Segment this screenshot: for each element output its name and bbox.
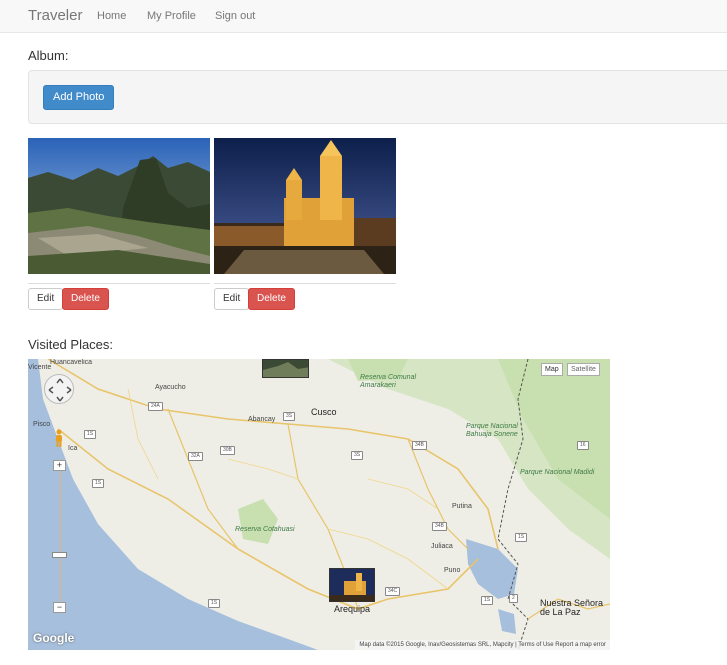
- map-type-map-button[interactable]: Map: [541, 363, 563, 376]
- add-photo-button[interactable]: Add Photo: [43, 85, 115, 110]
- album-toolbar: Add Photo: [28, 70, 727, 124]
- zoom-slider-track[interactable]: [59, 459, 62, 609]
- route-shield: 1S: [92, 479, 105, 488]
- photo-card: Edit Delete: [214, 138, 396, 310]
- zoom-out-button[interactable]: −: [53, 602, 66, 613]
- map-label-ica: Ica: [68, 445, 78, 452]
- zoom-slider-handle[interactable]: [52, 552, 67, 558]
- route-shield: 1S: [515, 533, 528, 542]
- divider: [214, 283, 396, 284]
- map-type-satellite-button[interactable]: Satellite: [567, 363, 600, 376]
- map-label-la-paz: Nuestra Señora de La Paz: [540, 598, 604, 617]
- map-label-ayacucho: Ayacucho: [155, 384, 186, 391]
- visited-places-map[interactable]: Huancavelica Vicente Ayacucho Abancay Cu…: [28, 359, 610, 650]
- visited-places-heading: Visited Places:: [28, 337, 114, 352]
- photo-card: Edit Delete: [28, 138, 210, 310]
- route-shield: 1S: [84, 430, 97, 439]
- route-shield: 34B: [412, 441, 427, 450]
- photo-marker[interactable]: [329, 568, 375, 602]
- route-shield: 1S: [208, 599, 221, 608]
- zoom-in-button[interactable]: +: [53, 460, 66, 471]
- photo-marker[interactable]: [262, 359, 309, 378]
- route-shield: 32A: [188, 452, 203, 461]
- map-label-reserva-cotahuasi: Reserva Cotahuasi: [235, 526, 295, 533]
- map-label-puno: Puno: [444, 567, 461, 574]
- route-shield: 30B: [220, 446, 235, 455]
- nav-my-profile-link[interactable]: My Profile: [147, 10, 196, 22]
- divider: [28, 283, 210, 284]
- map-label-bahuaja-sonene: Parque Nacional Bahuaja Sonene: [466, 423, 518, 438]
- map-terrain: [28, 359, 610, 650]
- map-label-juliaca: Juliaca: [431, 543, 453, 550]
- edit-photo-button[interactable]: Edit: [214, 288, 250, 310]
- album-heading: Album:: [28, 48, 69, 63]
- delete-photo-button[interactable]: Delete: [248, 288, 295, 310]
- delete-photo-button[interactable]: Delete: [62, 288, 109, 310]
- photo-thumbnail[interactable]: [28, 138, 210, 274]
- brand-link[interactable]: Traveler: [28, 7, 82, 24]
- nav-sign-out-link[interactable]: Sign out: [215, 10, 255, 22]
- route-shield: 24A: [148, 402, 163, 411]
- map-label-pisco: Pisco: [33, 421, 51, 428]
- map-label-cusco: Cusco: [311, 407, 337, 417]
- route-shield: 34B: [432, 522, 447, 531]
- pan-control[interactable]: [44, 374, 74, 404]
- map-label-abancay: Abancay: [248, 416, 276, 423]
- route-shield: 1S: [481, 596, 494, 605]
- route-shield: 16: [577, 441, 589, 450]
- map-label-reserva-amarakaeri: Reserva Comunal Amarakaeri: [360, 374, 417, 389]
- photo-thumbnail[interactable]: [214, 138, 396, 274]
- navbar: Traveler Home My Profile Sign out: [0, 0, 727, 33]
- map-label-huancavelica: Huancavelica: [50, 359, 93, 366]
- map-label-putina: Putina: [452, 503, 472, 510]
- map-attribution[interactable]: Map data ©2015 Google, Inav/Geosistemas …: [355, 640, 610, 650]
- edit-photo-button[interactable]: Edit: [28, 288, 64, 310]
- route-shield: 3S: [351, 451, 364, 460]
- route-shield: 3S: [283, 412, 296, 421]
- route-shield: 34C: [385, 587, 401, 596]
- google-logo: Google: [33, 631, 75, 645]
- map-label-madidi: Parque Nacional Madidi: [520, 469, 595, 476]
- map-label-vicente: Vicente: [28, 364, 52, 371]
- route-shield: 2: [509, 594, 518, 603]
- map-label-arequipa: Arequipa: [334, 604, 371, 614]
- street-view-pegman-icon[interactable]: [54, 429, 64, 447]
- nav-home-link[interactable]: Home: [97, 10, 126, 22]
